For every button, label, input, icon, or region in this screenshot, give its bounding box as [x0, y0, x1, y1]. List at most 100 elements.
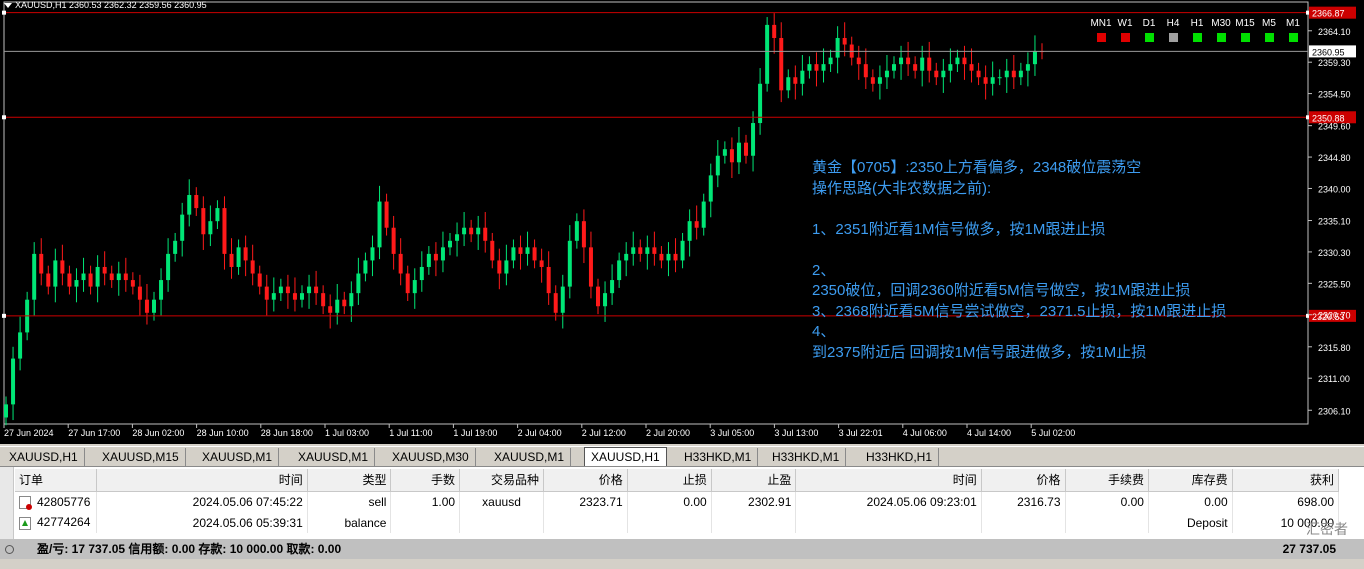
y-tick-label: 2320.70	[1318, 311, 1351, 321]
candle-body	[349, 293, 354, 307]
col-price[interactable]: 价格	[543, 469, 628, 492]
chart-tab[interactable]: XAUUSD,M15	[96, 448, 186, 466]
chart-tab[interactable]: XAUUSD,M30	[386, 448, 476, 466]
x-tick-label: 4 Jul 06:00	[903, 428, 947, 438]
col-symbol[interactable]: 交易品种	[459, 469, 544, 492]
candle-body	[596, 286, 600, 307]
col-close-price[interactable]: 价格	[981, 469, 1066, 492]
analysis-text: 黄金【0705】:2350上方看偏多，2348破位震荡空 操作思路(大非农数据之前…	[812, 158, 1282, 363]
chart-tab[interactable]: H33HKD,M1	[766, 448, 847, 466]
candle-body	[243, 247, 248, 261]
chart-tab[interactable]: H33HKD,H1	[860, 448, 940, 466]
col-time[interactable]: 时间	[96, 469, 308, 492]
candle-body	[645, 247, 650, 254]
candle-body	[680, 240, 685, 261]
candle-body	[1018, 70, 1023, 78]
col-profit[interactable]: 获利	[1232, 469, 1340, 492]
y-tick-label: 2315.80	[1318, 343, 1351, 353]
candle-body	[666, 253, 671, 261]
stop-loss: 0.00	[627, 491, 712, 512]
col-swap[interactable]: 库存费	[1148, 469, 1233, 492]
order-id: 42805776	[37, 494, 91, 509]
candle-body	[426, 253, 431, 267]
summary-circle-icon	[5, 545, 14, 554]
candle-body	[483, 227, 488, 241]
candle-body	[659, 253, 664, 261]
candle-body	[264, 286, 269, 300]
x-tick-label: 27 Jun 17:00	[68, 428, 120, 438]
candle-body	[884, 70, 889, 78]
col-type[interactable]: 类型	[307, 469, 392, 492]
candle-body	[250, 260, 255, 274]
col-close-time[interactable]: 时间	[795, 469, 982, 492]
terminal-panel: 订单 时间 类型 手数 交易品种 价格 止损 止盈 时间 价格 手续费 库存费 …	[0, 466, 1364, 569]
candle-body	[152, 299, 156, 313]
chart-tab[interactable]: H33HKD,M1	[678, 448, 759, 466]
terminal-side-bar[interactable]	[0, 467, 14, 539]
col-order[interactable]: 订单	[15, 469, 98, 492]
chart-tab[interactable]: XAUUSD,M1	[196, 448, 280, 466]
col-commission[interactable]: 手续费	[1065, 469, 1149, 492]
x-tick-label: 28 Jun 18:00	[261, 428, 313, 438]
candle-body	[201, 208, 206, 235]
analysis-line	[812, 199, 1282, 220]
candle-body	[638, 247, 643, 254]
dropdown-triangle-icon[interactable]	[4, 3, 12, 9]
y-tick-label: 2325.50	[1318, 279, 1351, 289]
candle-body	[828, 57, 833, 65]
col-sl[interactable]: 止损	[627, 469, 712, 492]
candle-body	[391, 227, 396, 254]
candle-body	[687, 221, 692, 241]
y-tick-label: 2344.80	[1318, 153, 1351, 163]
candle-body	[1032, 51, 1037, 65]
candle-body	[652, 247, 657, 254]
candle-body	[307, 286, 312, 294]
candle-body	[610, 280, 615, 294]
chart-tab[interactable]: XAUUSD,M1	[488, 448, 572, 466]
candle-body	[588, 247, 593, 287]
candle-body	[433, 253, 438, 261]
candle-body	[123, 273, 128, 281]
x-tick-label: 28 Jun 10:00	[197, 428, 249, 438]
analysis-line: 2350破位，回调2360附近看5M信号做空，按1M跟进止损	[812, 282, 1191, 299]
candle-body	[412, 280, 417, 294]
open-time: 2024.05.06 05:39:31	[96, 512, 308, 533]
candle-body	[934, 70, 939, 78]
chart-window[interactable]: 2366.87 2350.88 2320.53 2360.95 2364.10 2359.…	[0, 0, 1364, 444]
candle-body	[194, 195, 199, 209]
y-tick-label: 2340.00	[1318, 184, 1351, 194]
x-tick-label: 4 Jul 14:00	[967, 428, 1011, 438]
analysis-line: 3、2368附近看5M信号尝试做空，2371.5止损，按1M跟进止损	[812, 302, 1227, 320]
candle-body	[271, 293, 276, 300]
col-tp[interactable]: 止盈	[711, 469, 797, 492]
y-tick-label: 2359.30	[1318, 58, 1351, 68]
candle-body	[983, 77, 988, 84]
x-tick-label: 5 Jul 02:00	[1031, 428, 1075, 438]
candle-body	[715, 155, 720, 176]
candle-body	[574, 221, 579, 241]
table-row[interactable]: 42774264 2024.05.06 05:39:31 balance Dep…	[15, 512, 1340, 533]
candle-body	[920, 57, 925, 71]
candle-body	[842, 37, 847, 45]
chart-tab[interactable]: XAUUSD,H1	[3, 448, 85, 466]
chart-tab[interactable]: XAUUSD,M1	[292, 448, 376, 466]
candle-body	[102, 266, 107, 274]
candle-body	[701, 201, 706, 228]
candle-body	[729, 149, 734, 163]
timeframe-m30: M30	[1209, 18, 1233, 42]
y-tick-label: 2330.30	[1318, 248, 1351, 258]
candle-body	[899, 57, 904, 65]
candle-body	[173, 240, 178, 254]
candle-body	[877, 77, 882, 84]
candle-body	[476, 227, 481, 235]
table-row[interactable]: 42805776 2024.05.06 07:45:22 sell 1.00 x…	[15, 491, 1340, 512]
candle-body	[440, 247, 445, 261]
chart-tab[interactable]: XAUUSD,H1	[584, 447, 667, 467]
chart-tabs: XAUUSD,H1 XAUUSD,M15 XAUUSD,M1 XAUUSD,M1 XAU…	[0, 446, 1364, 467]
candle-body	[525, 247, 530, 254]
candle-body	[631, 247, 636, 254]
symbol-header: XAUUSD,H1 2360.53 2362.32 2359.56 2360.9…	[4, 0, 207, 12]
x-tick-label: 3 Jul 13:00	[774, 428, 818, 438]
col-lots[interactable]: 手数	[390, 469, 461, 492]
candle-body	[208, 221, 213, 235]
